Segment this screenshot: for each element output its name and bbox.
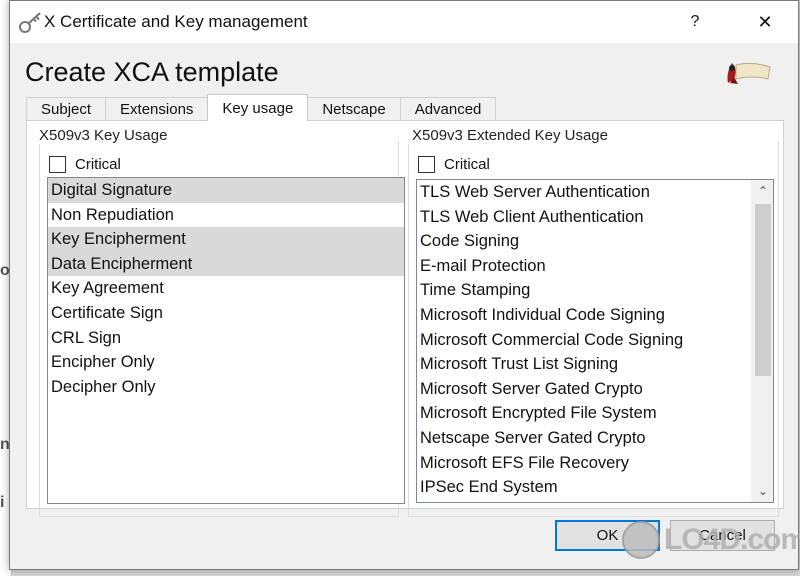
vertical-scrollbar[interactable]: ⌃ ⌄	[751, 180, 773, 502]
extended-list-items: TLS Web Server Authentication TLS Web Cl…	[417, 180, 751, 500]
list-item[interactable]: IPSec End System	[417, 475, 751, 500]
list-item[interactable]: Microsoft Commercial Code Signing	[417, 328, 751, 353]
list-item[interactable]: Digital Signature	[48, 178, 404, 203]
list-item[interactable]: Non Repudiation	[48, 203, 404, 228]
extended-key-usage-title: X509v3 Extended Key Usage	[408, 127, 612, 144]
key-usage-critical-checkbox[interactable]	[49, 155, 66, 173]
key-usage-group: X509v3 Key Usage Critical Digital Signat…	[39, 127, 405, 517]
xca-scroll-logo-icon	[727, 62, 771, 84]
list-item[interactable]: TLS Web Client Authentication	[417, 205, 751, 230]
tab-advanced[interactable]: Advanced	[399, 97, 497, 121]
list-item[interactable]: Time Stamping	[417, 278, 751, 303]
key-usage-title: X509v3 Key Usage	[39, 127, 172, 144]
window-title: X Certificate and Key management	[44, 12, 308, 31]
list-item[interactable]: CRL Sign	[48, 326, 404, 351]
extended-key-usage-list[interactable]: TLS Web Server Authentication TLS Web Cl…	[416, 179, 774, 503]
list-item[interactable]: Microsoft Encrypted File System	[417, 401, 751, 426]
list-item[interactable]: Microsoft Server Gated Crypto	[417, 377, 751, 402]
tab-bar: Subject Extensions Key usage Netscape Ad…	[26, 94, 497, 121]
title-bar[interactable]: X Certificate and Key management ? ✕	[10, 1, 798, 43]
tab-key-usage[interactable]: Key usage	[207, 94, 309, 121]
close-button[interactable]: ✕	[745, 1, 785, 43]
list-item[interactable]: Certificate Sign	[48, 301, 404, 326]
list-item[interactable]: Microsoft EFS File Recovery	[417, 451, 751, 476]
extended-key-usage-group: X509v3 Extended Key Usage Critical TLS W…	[408, 127, 779, 517]
list-item[interactable]: Key Agreement	[48, 276, 404, 301]
page-title: Create XCA template	[25, 57, 279, 87]
key-usage-critical-label: Critical	[75, 155, 121, 173]
list-item[interactable]: Key Encipherment	[48, 227, 404, 252]
list-item[interactable]: Decipher Only	[48, 375, 404, 400]
help-button[interactable]: ?	[680, 1, 710, 43]
list-item[interactable]: E-mail Protection	[417, 254, 751, 279]
tab-extensions[interactable]: Extensions	[105, 97, 209, 121]
key-usage-panel: X509v3 Key Usage Critical Digital Signat…	[26, 120, 784, 517]
extended-critical-checkbox[interactable]	[418, 155, 435, 173]
key-usage-list[interactable]: Digital Signature Non Repudiation Key En…	[47, 177, 405, 504]
list-item[interactable]: Data Encipherment	[48, 251, 404, 277]
list-item[interactable]: Microsoft Individual Code Signing	[417, 303, 751, 328]
scroll-up-icon[interactable]: ⌃	[752, 180, 773, 202]
create-template-dialog: X Certificate and Key management ? ✕ Cre…	[9, 0, 800, 570]
scroll-down-icon[interactable]: ⌄	[752, 480, 773, 502]
list-item[interactable]: Microsoft Trust List Signing	[417, 352, 751, 377]
scroll-thumb[interactable]	[755, 204, 771, 376]
tab-netscape[interactable]: Netscape	[307, 97, 401, 121]
list-item[interactable]: Netscape Server Gated Crypto	[417, 426, 751, 451]
key-icon	[19, 12, 41, 33]
watermark-text: LO4D.com	[664, 523, 800, 556]
list-item[interactable]: Encipher Only	[48, 350, 404, 375]
list-item[interactable]: Code Signing	[417, 229, 751, 254]
list-item[interactable]: TLS Web Server Authentication	[417, 180, 751, 205]
globe-icon	[622, 521, 660, 559]
extended-critical-label: Critical	[444, 155, 490, 173]
tab-subject[interactable]: Subject	[26, 97, 107, 121]
key-usage-critical-row[interactable]: Critical	[49, 155, 121, 173]
watermark: LO4D.com	[622, 517, 800, 563]
extended-critical-row[interactable]: Critical	[418, 155, 490, 173]
